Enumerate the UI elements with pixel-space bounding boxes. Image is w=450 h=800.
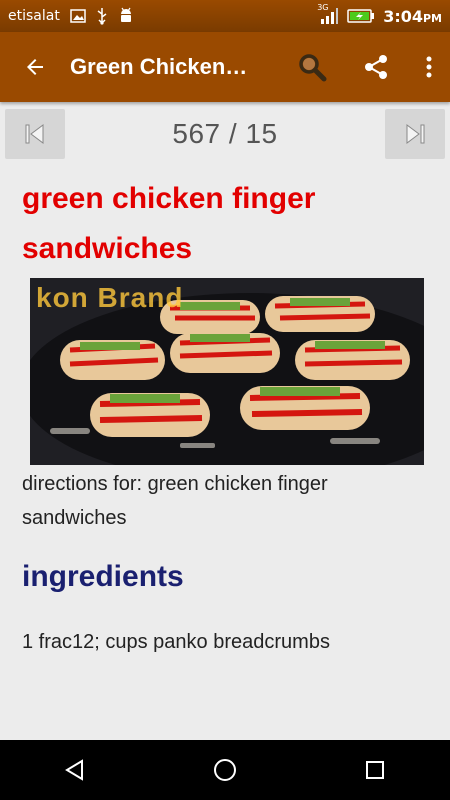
back-triangle-icon [65, 759, 83, 781]
network-label: 3G [317, 3, 329, 12]
recipe-content[interactable]: green chicken finger sandwiches kon Bran… [0, 166, 450, 658]
next-recipe-button[interactable] [385, 109, 445, 159]
directions-text: directions for: green chicken finger san… [22, 473, 328, 529]
share-button[interactable] [344, 32, 408, 102]
recipe-title: green chicken finger sandwiches [22, 182, 316, 265]
back-arrow-icon [27, 59, 43, 75]
more-options-button[interactable] [408, 32, 450, 102]
previous-recipe-button[interactable] [5, 109, 65, 159]
system-nav-bar [0, 740, 450, 800]
recipe-photo: kon Brand [30, 278, 424, 465]
screen-title: Green Chicken Finger Sandwiches [70, 54, 250, 79]
ingredients-heading: ingredients [22, 560, 184, 593]
recents-square-icon [366, 761, 384, 779]
ingredient-item: 1 frac12; cups panko breadcrumbs [22, 631, 330, 653]
usb-icon [96, 7, 108, 25]
clock-time: 3:04 [383, 6, 423, 26]
share-icon [365, 55, 387, 79]
clock: 3:04PM [383, 7, 442, 26]
more-vert-icon [426, 56, 432, 78]
skip-previous-icon [25, 124, 44, 144]
search-button[interactable] [280, 32, 344, 102]
android-icon [118, 7, 134, 25]
search-icon [299, 54, 327, 82]
photo-watermark: kon Brand [36, 282, 184, 313]
status-bar: etisalat 3G 3:04PM [0, 0, 450, 32]
back-button[interactable] [0, 32, 70, 102]
battery-charging-icon [347, 8, 375, 24]
home-circle-icon [214, 759, 236, 781]
clock-suffix: PM [422, 11, 442, 25]
nav-home-button[interactable] [180, 740, 270, 800]
skip-next-icon [406, 124, 425, 144]
nav-recents-button[interactable] [330, 740, 420, 800]
nav-back-button[interactable] [30, 740, 120, 800]
recipe-pager: 567 / 15 [0, 102, 450, 166]
app-bar: Green Chicken Finger Sandwiches [0, 32, 450, 102]
carrier-label: etisalat [8, 8, 60, 24]
image-icon [70, 9, 86, 23]
signal-icon: 3G [317, 3, 339, 25]
recipe-counter: 567 / 15 [172, 118, 278, 149]
